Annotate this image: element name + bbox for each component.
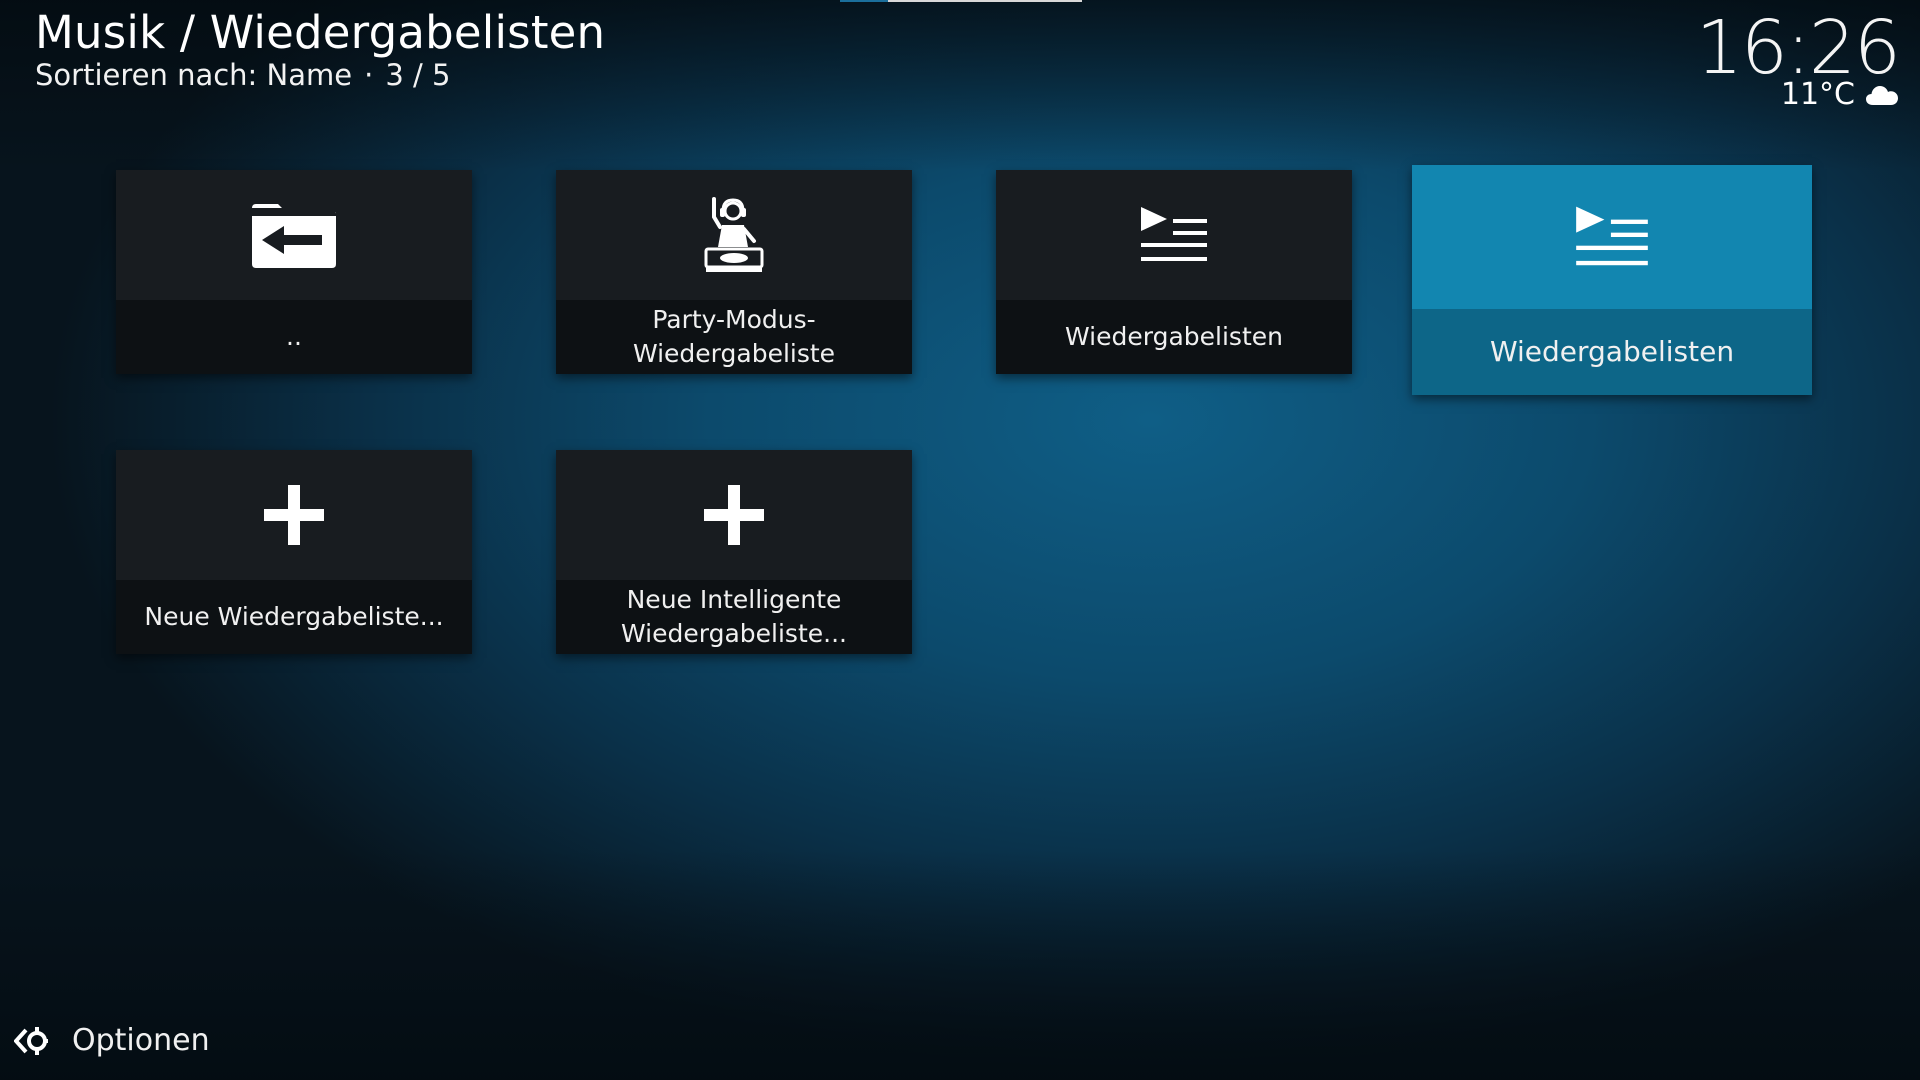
playlist-icon [1576, 206, 1648, 266]
header: Musik / Wiedergabelisten Sortieren nach:… [35, 4, 605, 92]
plus-icon [704, 485, 764, 545]
tile-label: Wiedergabelisten [1412, 309, 1812, 395]
sort-label: Sortieren nach: Name [35, 58, 353, 92]
tile-thumb [1412, 165, 1812, 309]
separator-dot: · [364, 58, 374, 92]
playlist-icon [1141, 207, 1207, 261]
tile-label: .. [116, 300, 472, 374]
tile-party-mode[interactable]: Party-Modus-Wiedergabeliste [556, 170, 912, 374]
dj-party-icon [704, 197, 764, 272]
sort-info: Sortieren nach: Name · 3 / 5 [35, 58, 605, 92]
scroll-indicator-position [840, 0, 888, 2]
tile-label: Neue Intelligente Wiedergabeliste... [556, 580, 912, 654]
tile-new-playlist[interactable]: Neue Wiedergabeliste... [116, 450, 472, 654]
tile-label: Wiedergabelisten [996, 300, 1352, 374]
scroll-indicator [840, 0, 1082, 2]
cloud-icon [1866, 86, 1898, 105]
tile-playlists[interactable]: Wiedergabelisten [996, 170, 1352, 374]
page-title: Musik / Wiedergabelisten [35, 6, 606, 59]
tile-label: Party-Modus-Wiedergabeliste [556, 300, 912, 374]
options-label: Optionen [72, 1023, 210, 1058]
tile-thumb [116, 170, 472, 300]
tile-playlists-focused[interactable]: Wiedergabelisten [1412, 165, 1812, 395]
options-button[interactable]: Optionen [14, 1023, 210, 1058]
temperature: 11°C [1780, 77, 1855, 112]
tile-thumb [996, 170, 1352, 300]
clock-widget: 16:26 11°C [1696, 6, 1901, 112]
tile-thumb [556, 450, 912, 580]
tile-thumb [116, 450, 472, 580]
bottom-vignette [0, 850, 1920, 1080]
options-gear-icon [14, 1026, 48, 1055]
tile-label-line1: Neue Intelligente [626, 585, 842, 614]
tile-thumb [556, 170, 912, 300]
folder-back-icon [252, 204, 336, 268]
tile-label: Neue Wiedergabeliste... [116, 580, 472, 654]
tile-new-smart-playlist[interactable]: Neue Intelligente Wiedergabeliste... [556, 450, 912, 654]
plus-icon [264, 485, 324, 545]
tile-label-line2: Wiedergabeliste... [621, 619, 847, 648]
tile-parent-folder[interactable]: .. [116, 170, 472, 374]
item-position: 3 / 5 [385, 58, 451, 92]
